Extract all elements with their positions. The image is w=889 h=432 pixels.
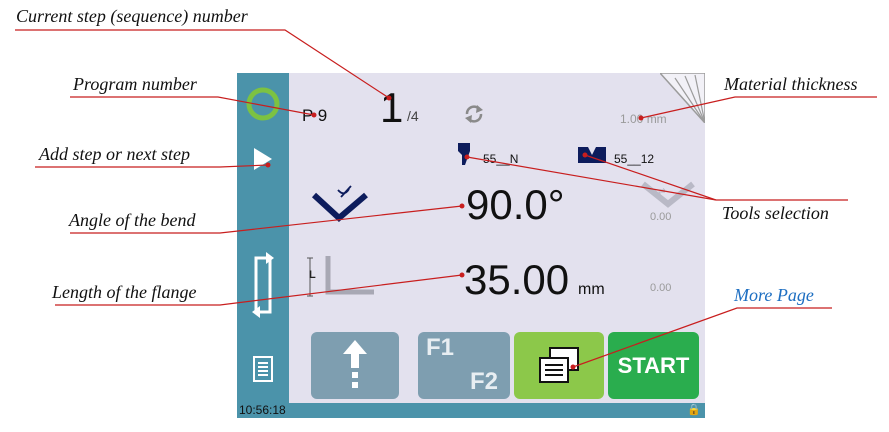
annotation-material-thickness: Material thickness xyxy=(724,74,858,94)
annotation-program-number: Program number xyxy=(73,74,197,94)
annotation-current-step: Current step (sequence) number xyxy=(16,6,248,26)
annotation-more-page: More Page xyxy=(734,285,814,305)
annotation-tools-selection: Tools selection xyxy=(722,203,829,223)
annotation-flange-length: Length of the flange xyxy=(52,282,197,302)
annotation-angle: Angle of the bend xyxy=(69,210,196,230)
annotation-add-step: Add step or next step xyxy=(39,144,190,164)
